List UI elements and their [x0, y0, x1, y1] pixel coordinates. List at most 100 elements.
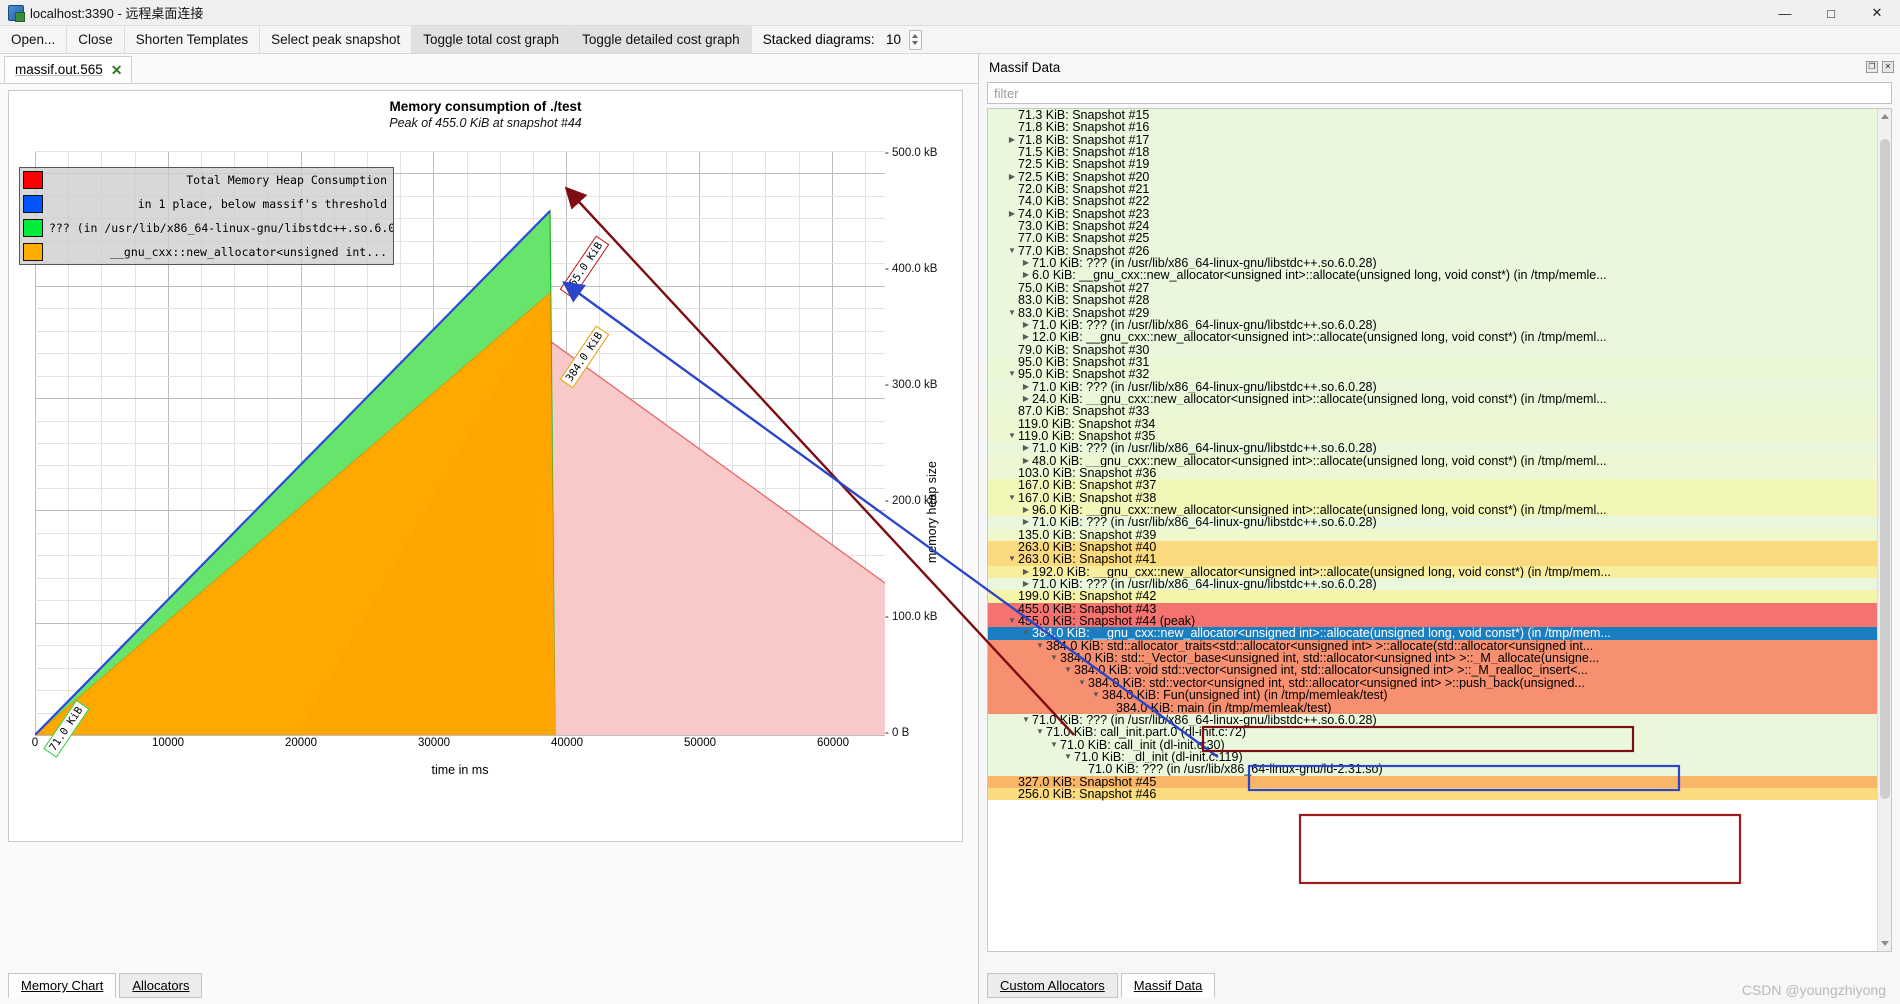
- stacked-diagrams-stepper[interactable]: 10: [880, 26, 928, 53]
- chevron-down-icon[interactable]: ▼: [1006, 245, 1018, 257]
- chevron-right-icon[interactable]: ▶: [1020, 442, 1032, 454]
- legend-row-threshold: in 1 place, below massif's threshold: [20, 192, 393, 216]
- scroll-up-icon[interactable]: [1881, 114, 1889, 119]
- chevron-right-icon[interactable]: ▶: [1020, 566, 1032, 578]
- legend-label-total: Total Memory Heap Consumption: [186, 173, 387, 187]
- chevron-down-icon[interactable]: ▼: [1020, 714, 1032, 726]
- chevron-right-icon[interactable]: ▶: [1020, 257, 1032, 269]
- chevron-right-icon[interactable]: ▶: [1020, 269, 1032, 281]
- tree-row-label: 6.0 KiB: __gnu_cxx::new_allocator<unsign…: [1032, 268, 1607, 283]
- chevron-down-icon[interactable]: ▼: [1048, 652, 1060, 664]
- tree-row[interactable]: 74.0 KiB: Snapshot #22: [988, 195, 1877, 208]
- document-tab-massif-out[interactable]: massif.out.565 ✕: [4, 56, 132, 83]
- toolbar-toggle-detailed-cost-graph-button[interactable]: Toggle detailed cost graph: [571, 26, 752, 53]
- tab-massif-data[interactable]: Massif Data: [1120, 973, 1216, 998]
- y-tick-0: - 0 B: [885, 727, 910, 739]
- tree-row[interactable]: 167.0 KiB: Snapshot #37: [988, 479, 1877, 492]
- toolbar-shorten-templates-button[interactable]: Shorten Templates: [125, 26, 261, 53]
- massif-tree[interactable]: 71.3 KiB: Snapshot #15 71.8 KiB: Snapshot…: [988, 109, 1877, 951]
- tree-row[interactable]: 256.0 KiB: Snapshot #46: [988, 787, 1877, 800]
- chevron-down-icon[interactable]: ▼: [1006, 553, 1018, 565]
- close-panel-icon[interactable]: ✕: [1882, 61, 1894, 73]
- tree-row[interactable]: 199.0 KiB: Snapshot #42: [988, 590, 1877, 603]
- massif-tree-container[interactable]: 71.3 KiB: Snapshot #15 71.8 KiB: Snapshot…: [987, 108, 1892, 952]
- tree-vertical-scrollbar[interactable]: [1877, 109, 1891, 951]
- tree-row[interactable]: 384.0 KiB: main (in /tmp/memleak/test): [988, 701, 1877, 714]
- filter-placeholder: filter: [994, 85, 1019, 101]
- tree-row[interactable]: ▶ 71.0 KiB: ??? (in /usr/lib/x86_64-linux…: [988, 441, 1877, 456]
- chevron-right-icon[interactable]: ▶: [1006, 171, 1018, 183]
- tree-row[interactable]: ▶ 71.0 KiB: ??? (in /usr/lib/x86_64-linux…: [988, 516, 1877, 529]
- chevron-down-icon[interactable]: ▼: [1006, 430, 1018, 442]
- tab-custom-allocators[interactable]: Custom Allocators: [987, 973, 1118, 998]
- chevron-down-icon[interactable]: ▼: [1062, 751, 1074, 763]
- tree-row[interactable]: ▶ 12.0 KiB: __gnu_cxx::new_allocator<unsi…: [988, 330, 1877, 345]
- chevron-down-icon[interactable]: ▼: [1006, 368, 1018, 380]
- tab-allocators[interactable]: Allocators: [119, 973, 203, 998]
- tree-row-label: 12.0 KiB: __gnu_cxx::new_allocator<unsig…: [1032, 330, 1607, 345]
- tree-row[interactable]: 71.8 KiB: Snapshot #16: [988, 121, 1877, 134]
- legend-label-allocator: __gnu_cxx::new_allocator<unsigned int...: [110, 245, 387, 259]
- close-icon[interactable]: ✕: [111, 63, 123, 77]
- chevron-down-icon[interactable]: ▼: [1048, 739, 1060, 751]
- toolbar-open-button[interactable]: Open...: [0, 26, 68, 53]
- chevron-right-icon[interactable]: ▶: [1020, 331, 1032, 343]
- legend-swatch-threshold: [23, 195, 43, 213]
- chevron-down-icon[interactable]: ▼: [1034, 640, 1046, 652]
- tree-row[interactable]: 83.0 KiB: Snapshot #28: [988, 294, 1877, 307]
- stepper-arrows[interactable]: [908, 29, 922, 50]
- scroll-down-icon[interactable]: [1881, 941, 1889, 946]
- chevron-down-icon[interactable]: ▼: [1062, 664, 1074, 676]
- tree-row-label: 71.0 KiB: ??? (in /usr/lib/x86_64-linux-…: [1032, 441, 1377, 456]
- tab-massif-data-label: Massif Data: [1133, 978, 1203, 993]
- tree-row-selected[interactable]: ▼ 384.0 KiB: __gnu_cxx::new_allocator<uns…: [988, 627, 1877, 640]
- chevron-down-icon[interactable]: ▼: [1006, 615, 1018, 627]
- float-panel-icon[interactable]: ❐: [1866, 61, 1878, 73]
- minimize-button[interactable]: —: [1762, 0, 1808, 26]
- toolbar-select-peak-snapshot-button[interactable]: Select peak snapshot: [260, 26, 413, 53]
- x-tick-50000: 50000: [684, 737, 716, 749]
- chevron-down-icon[interactable]: [912, 41, 918, 45]
- tab-memory-chart[interactable]: Memory Chart: [8, 973, 117, 998]
- chevron-right-icon[interactable]: ▶: [1006, 208, 1018, 220]
- legend-swatch-libstdcxx: [23, 219, 43, 237]
- chevron-down-icon[interactable]: ▼: [1006, 307, 1018, 319]
- tree-row[interactable]: ▼ 95.0 KiB: Snapshot #32: [988, 368, 1877, 381]
- tree-row[interactable]: 72.5 KiB: Snapshot #19: [988, 158, 1877, 171]
- tree-row[interactable]: 71.0 KiB: ??? (in /usr/lib/x86_64-linux-…: [988, 762, 1877, 777]
- tree-row[interactable]: ▼ 71.0 KiB: call_init.part.0 (dl-init.c:7…: [988, 726, 1877, 739]
- chevron-down-icon[interactable]: ▼: [1020, 627, 1032, 639]
- chevron-down-icon[interactable]: ▼: [1006, 492, 1018, 504]
- memory-chart[interactable]: Memory consumption of ./test Peak of 455…: [8, 90, 963, 842]
- tree-row[interactable]: ▶ 6.0 KiB: __gnu_cxx::new_allocator<unsig…: [988, 268, 1877, 283]
- right-bottom-tabs: Custom Allocators Massif Data: [987, 973, 1216, 998]
- toolbar-close-button[interactable]: Close: [67, 26, 125, 53]
- chevron-right-icon[interactable]: ▶: [1020, 516, 1032, 528]
- chevron-down-icon[interactable]: ▼: [1034, 726, 1046, 738]
- main-toolbar: Open... Close Shorten Templates Select p…: [0, 26, 1900, 54]
- window-title: localhost:3390 - 远程桌面连接: [30, 6, 204, 21]
- tree-row[interactable]: 87.0 KiB: Snapshot #33: [988, 405, 1877, 418]
- maximize-button[interactable]: □: [1808, 0, 1854, 26]
- scrollbar-thumb[interactable]: [1880, 139, 1890, 799]
- chevron-up-icon[interactable]: [912, 34, 918, 38]
- tree-row[interactable]: ▼ 263.0 KiB: Snapshot #41: [988, 553, 1877, 566]
- tree-row[interactable]: ▼ 83.0 KiB: Snapshot #29: [988, 306, 1877, 319]
- chevron-down-icon[interactable]: ▼: [1076, 677, 1088, 689]
- y-tick-100: - 100.0 kB: [885, 611, 938, 623]
- chevron-right-icon[interactable]: ▶: [1020, 504, 1032, 516]
- chevron-right-icon[interactable]: ▶: [1006, 134, 1018, 146]
- chevron-down-icon[interactable]: ▼: [1090, 689, 1102, 701]
- toolbar-toggle-total-cost-graph-button[interactable]: Toggle total cost graph: [412, 26, 572, 53]
- chevron-right-icon[interactable]: ▶: [1020, 319, 1032, 331]
- tree-row-label: 77.0 KiB: Snapshot #25: [1018, 231, 1150, 246]
- tree-row-label: 71.0 KiB: ??? (in /usr/lib/x86_64-linux-…: [1088, 762, 1383, 777]
- tree-row[interactable]: ▼ 384.0 KiB: void std::vector<unsigned in…: [988, 664, 1877, 677]
- tree-row[interactable]: ▼ 384.0 KiB: Fun(unsigned int) (in /tmp/m…: [988, 689, 1877, 702]
- stacked-diagrams-value[interactable]: 10: [880, 32, 907, 47]
- filter-input[interactable]: filter: [987, 82, 1892, 104]
- tree-row[interactable]: 77.0 KiB: Snapshot #25: [988, 231, 1877, 246]
- y-axis: - 500.0 kB - 400.0 kB - 300.0 kB - 200.0…: [885, 147, 955, 739]
- close-button[interactable]: ✕: [1854, 0, 1900, 26]
- chevron-right-icon[interactable]: ▶: [1020, 381, 1032, 393]
